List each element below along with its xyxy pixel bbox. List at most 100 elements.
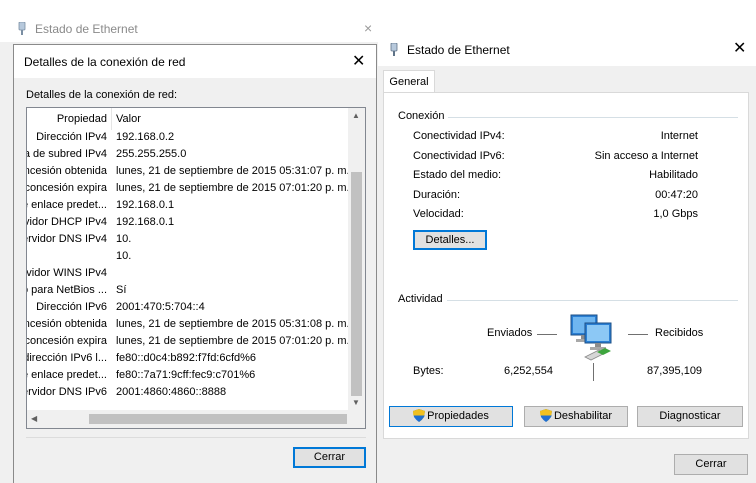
row-value: lunes, 21 de septiembre de 2015 07:01:20… [116,335,350,347]
back-window-title: Estado de Ethernet [35,22,138,36]
properties-label: Propiedades [427,410,489,422]
group-line [398,117,738,118]
scroll-up-icon[interactable]: ▲ [352,111,360,120]
duration-label: Duración: [413,189,461,201]
uac-shield-icon [413,409,426,422]
ipv4-connectivity-label: Conectividad IPv4: [413,130,505,142]
table-row[interactable]: Servidor DNS IPv4 10. [27,232,349,249]
row-value: 2001:470:5:704::4 [116,301,205,313]
speed-label: Velocidad: [413,208,464,220]
table-row[interactable]: Concesión obtenida lunes, 21 de septiembr… [27,317,350,334]
row-value: lunes, 21 de septiembre de 2015 05:31:07… [116,165,350,177]
row-value: lunes, 21 de septiembre de 2015 05:31:08… [116,318,350,330]
table-row[interactable]: Servidor WINS IPv4 [27,266,349,283]
table-row[interactable]: Vínculo: dirección IPv6 l... fe80::d0c4:b… [27,351,349,368]
row-value: 10. [116,233,132,245]
activity-heading: Actividad [398,293,447,305]
table-row[interactable]: Servidor DNS IPv6 2001:4860:4860::8888 [27,385,349,402]
row-value: 192.168.0.1 [116,199,175,211]
disable-button[interactable]: Deshabilitar [524,406,628,427]
column-divider[interactable] [111,108,112,130]
bytes-divider [593,363,594,381]
connection-heading: Conexión [398,110,449,122]
row-property: Servidor WINS IPv4 [27,267,107,279]
ipv6-connectivity-value: Sin acceso a Internet [594,150,698,162]
back-titlebar[interactable]: Estado de Ethernet × [0,0,378,42]
scroll-down-icon[interactable]: ▼ [352,398,360,407]
row-property: Concesión obtenida [27,318,107,330]
row-property: Servidor DNS IPv6 [27,386,107,398]
network-adapter-icon [390,43,398,56]
scroll-corner [348,410,365,428]
received-label: Recibidos [655,327,704,339]
row-property: La concesión expira [27,182,107,194]
table-row[interactable]: Concesión obtenida lunes, 21 de septiembr… [27,164,350,181]
table-row[interactable]: La concesión expira lunes, 21 de septiemb… [27,181,350,198]
row-value: Sí [116,284,127,296]
column-header-value[interactable]: Valor [116,113,141,125]
duration-value: 00:47:20 [655,189,698,201]
row-property: NetBIOS sobre TCP/IP habilitado para Net… [27,284,107,296]
tab-general[interactable]: General [383,70,435,92]
status-titlebar[interactable]: Estado de Ethernet ✕ [378,32,756,66]
row-value: 255.255.255.0 [116,148,187,160]
row-value: lunes, 21 de septiembre de 2015 07:01:20… [116,182,350,194]
status-close-icon[interactable]: ✕ [733,38,746,58]
uac-shield-icon [539,409,552,422]
details-titlebar[interactable]: Detalles de la conexión de red ✕ [14,45,376,78]
speed-value: 1,0 Gbps [653,208,698,220]
group-line [398,300,738,301]
table-row[interactable]: Dirección IPv6 2001:470:5:704::4 [27,300,349,317]
details-dialog: Detalles de la conexión de red ✕ Detalle… [13,44,377,483]
sent-label: Enviados [487,327,533,339]
table-row[interactable]: Puerta de enlace predet... 192.168.0.1 [27,198,349,215]
received-dash [628,334,648,335]
horizontal-scroll-thumb[interactable] [89,414,347,424]
bytes-sent-value: 6,252,554 [504,365,553,377]
row-value: fe80::7a71:9cff:fec9:c701%6 [116,369,256,381]
horizontal-scrollbar[interactable]: ◀ [27,410,348,428]
general-tab-panel: Conexión Conectividad IPv4: Internet Con… [383,92,749,439]
sent-dash [537,334,557,335]
row-value: 10. [116,250,132,262]
row-property: Puerta de enlace predet... [27,369,107,381]
details-list[interactable]: Propiedad Valor Dirección IPv4 192.168.0.… [26,107,366,429]
table-row[interactable]: 10. [27,249,349,266]
back-close-icon[interactable]: × [364,20,372,36]
scroll-left-icon[interactable]: ◀ [31,414,37,423]
status-close-button[interactable]: Cerrar [674,454,748,475]
diagnose-button[interactable]: Diagnosticar [637,406,743,427]
details-list-label: Detalles de la conexión de red: [26,89,178,101]
table-row[interactable]: Dirección IPv4 192.168.0.2 [27,130,349,147]
bytes-label: Bytes: [413,365,444,377]
table-row[interactable]: La concesión expira lunes, 21 de septiemb… [27,334,350,351]
details-close-button[interactable]: Cerrar [293,447,366,468]
column-header-property[interactable]: Propiedad [27,113,107,125]
row-property: Servidor DHCP IPv4 [27,216,107,228]
bytes-received-value: 87,395,109 [647,365,703,377]
details-dialog-title: Detalles de la conexión de red [24,55,186,69]
ipv4-connectivity-value: Internet [660,130,698,142]
properties-button[interactable]: Propiedades [389,406,513,427]
network-computers-icon [570,314,612,361]
table-row[interactable]: Puerta de enlace predet... fe80::7a71:9cf… [27,368,349,385]
details-button[interactable]: Detalles... [413,230,487,250]
details-close-icon[interactable]: ✕ [352,51,365,71]
table-row[interactable]: Servidor DHCP IPv4 192.168.0.1 [27,215,349,232]
row-value: 192.168.0.1 [116,216,175,228]
table-row[interactable]: Máscara de subred IPv4 255.255.255.0 [27,147,349,164]
row-property: Máscara de subred IPv4 [27,148,107,160]
row-property: La concesión expira [27,335,107,347]
vertical-scroll-thumb[interactable] [351,172,362,396]
status-window: Estado de Ethernet ✕ Conexión Conectivid… [378,32,756,483]
row-value: fe80::d0c4:b892:f7fd:6cfd%6 [116,352,257,364]
row-value: 2001:4860:4860::8888 [116,386,227,398]
divider [26,437,366,438]
row-property: Dirección IPv6 [36,301,107,313]
row-property: Vínculo: dirección IPv6 l... [27,352,107,364]
row-value: 192.168.0.2 [116,131,175,143]
row-property: Puerta de enlace predet... [27,199,107,211]
list-header: Propiedad Valor [27,108,349,130]
table-row[interactable]: NetBIOS sobre TCP/IP habilitado para Net… [27,283,349,300]
vertical-scrollbar[interactable]: ▲ ▼ [348,108,365,410]
